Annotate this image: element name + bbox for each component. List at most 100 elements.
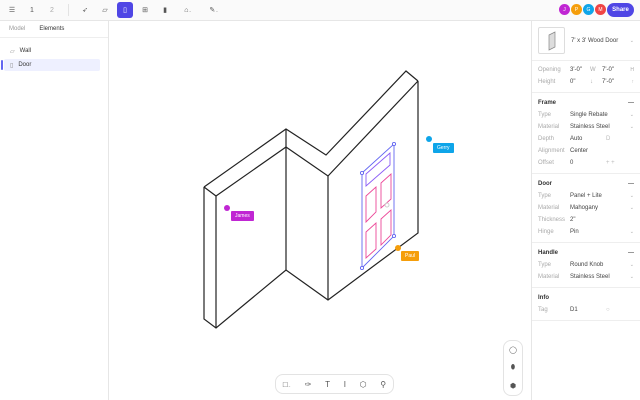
tab-model[interactable]: Model — [9, 26, 25, 32]
door-section: Door Type Panel + Lite ⌄ Material Mahogany ⌄ Th… — [532, 174, 640, 243]
chevron-down-icon[interactable]: ⌄ — [630, 124, 634, 130]
collaborators: JPGM — [559, 4, 606, 15]
left-panel: Model Elements ▱ Wall ▯ Door — [0, 21, 109, 400]
property-value[interactable]: Auto — [570, 136, 598, 142]
column-icon[interactable]: ▮ — [157, 2, 173, 18]
cursor-paul — [395, 245, 401, 251]
property-label: Type — [538, 262, 552, 268]
comment-icon[interactable]: ◯ — [509, 346, 517, 354]
cube-icon[interactable]: ⬢ — [510, 382, 516, 390]
door-thumbnail — [538, 27, 565, 54]
property-value[interactable]: Panel + Lite — [570, 193, 602, 199]
property-row: Type Round Knob ⌄ — [532, 259, 640, 271]
property-label: Tag — [538, 307, 548, 313]
collapse-icon[interactable] — [628, 183, 634, 184]
pen-icon[interactable]: ✑ — [305, 380, 312, 389]
property-row: Tag D1 ○ — [532, 304, 640, 316]
level-1-button[interactable]: 1 — [24, 2, 40, 18]
chevron-down-icon[interactable]: ⌄ — [630, 205, 634, 211]
person-icon[interactable]: ⬮ — [511, 364, 515, 372]
avatar[interactable]: J — [559, 4, 570, 15]
w-label: W — [590, 67, 596, 73]
property-row: Material Mahogany ⌄ — [532, 202, 640, 214]
element-type-title[interactable]: 7' x 3' Wood Door — [571, 38, 618, 44]
rectangle-icon[interactable]: □⌄ — [283, 380, 291, 389]
door-icon[interactable]: ▯ — [117, 2, 133, 18]
bottom-toolbar: □⌄ ✑ T I ⬡ ⚲ — [275, 374, 394, 394]
wall-drawing — [203, 70, 419, 329]
hexagon-icon[interactable]: ⬡ — [360, 380, 367, 389]
property-label: Hinge — [538, 229, 554, 235]
avatar[interactable]: M — [595, 4, 606, 15]
wall-lines — [203, 70, 419, 329]
property-value[interactable]: 0 — [570, 160, 598, 166]
property-row: Offset 0 + + — [532, 157, 640, 169]
section-title: Info — [538, 294, 549, 301]
property-row: Alignment Center — [532, 145, 640, 157]
opening-label: Opening — [538, 67, 561, 73]
property-row: Hinge Pin ⌄ — [532, 226, 640, 238]
property-label: Type — [538, 112, 552, 118]
list-item-wall[interactable]: ▱ Wall — [4, 45, 100, 57]
property-label: Material — [538, 205, 560, 211]
property-value[interactable]: D1 — [570, 307, 598, 313]
share-button[interactable]: Share — [607, 3, 634, 17]
chevron-down-icon[interactable]: ⌄ — [630, 274, 634, 280]
drawing-canvas[interactable]: James Gerry Paul — [109, 21, 531, 400]
property-value[interactable]: Stainless Steel — [570, 274, 610, 280]
head-height-input[interactable]: 7'-0" — [602, 79, 614, 85]
wall-icon: ▱ — [10, 48, 15, 55]
wall-icon[interactable]: ▱ — [97, 2, 113, 18]
property-row: Type Single Rebate ⌄ — [532, 109, 640, 121]
list-item-label: Wall — [19, 48, 32, 54]
list-item-label: Door — [18, 62, 32, 68]
cursor-gerry — [426, 136, 432, 142]
property-row: Material Stainless Steel ⌄ — [532, 121, 640, 133]
arrow-down-icon: ↓ — [590, 79, 593, 85]
property-value[interactable]: Center — [570, 148, 598, 154]
chevron-down-icon[interactable]: ⌄ — [630, 262, 634, 268]
h-label: H — [630, 67, 634, 73]
height-label: Height — [538, 79, 556, 85]
property-value[interactable]: Stainless Steel — [570, 124, 610, 130]
dimension-icon[interactable]: I — [344, 380, 346, 389]
property-value[interactable]: 2" — [570, 217, 598, 223]
cursor-label-gerry: Gerry — [433, 143, 454, 153]
property-label: Material — [538, 274, 560, 280]
chevron-down-icon[interactable]: ⌄ — [630, 229, 634, 235]
properties-panel: 7' x 3' Wood Door ⌄ Opening 3'-0" W 7'-0… — [531, 21, 640, 400]
level-2-button[interactable]: 2 — [44, 2, 60, 18]
text-icon[interactable]: T — [325, 380, 330, 389]
section-title: Door — [538, 180, 552, 187]
chevron-down-icon[interactable]: ⌄ — [630, 38, 634, 44]
avatar[interactable]: G — [583, 4, 594, 15]
annotate-icon[interactable]: ✎ ⌄ — [203, 2, 225, 18]
sill-height-input[interactable]: 0" — [570, 79, 590, 85]
handle-section: Handle Type Round Knob ⌄ Material Stainless S… — [532, 243, 640, 288]
property-row: Thickness 2" — [532, 214, 640, 226]
tab-elements[interactable]: Elements — [39, 26, 64, 32]
chevron-down-icon[interactable]: ⌄ — [630, 112, 634, 118]
property-value[interactable]: Round Knob — [570, 262, 603, 268]
menu-icon[interactable]: ☰ — [4, 2, 20, 18]
pin-icon[interactable]: ⚲ — [380, 380, 386, 389]
list-item-door[interactable]: ▯ Door — [1, 59, 100, 71]
chevron-down-icon[interactable]: ⌄ — [630, 193, 634, 199]
property-value[interactable]: Pin — [570, 229, 598, 235]
opening-width-input[interactable]: 3'-0" — [570, 67, 590, 73]
window-icon[interactable]: ⊞ — [137, 2, 153, 18]
collapse-icon[interactable] — [628, 252, 634, 253]
door-icon: ▯ — [10, 62, 14, 69]
property-value[interactable]: Mahogany — [570, 205, 598, 211]
collapse-icon[interactable] — [628, 102, 634, 103]
door-element — [359, 141, 397, 271]
avatar[interactable]: P — [571, 4, 582, 15]
frame-section: Frame Type Single Rebate ⌄ Material Stainless… — [532, 93, 640, 174]
info-section: Info Tag D1 ○ — [532, 288, 640, 321]
opening-height-input[interactable]: 7'-0" — [602, 67, 614, 73]
property-value[interactable]: Single Rebate — [570, 112, 608, 118]
property-label: Alignment — [538, 148, 565, 154]
property-suffix: + + — [606, 160, 615, 166]
roof-icon[interactable]: ⌂ ⌄ — [177, 2, 199, 18]
select-icon[interactable]: ➶ — [77, 2, 93, 18]
